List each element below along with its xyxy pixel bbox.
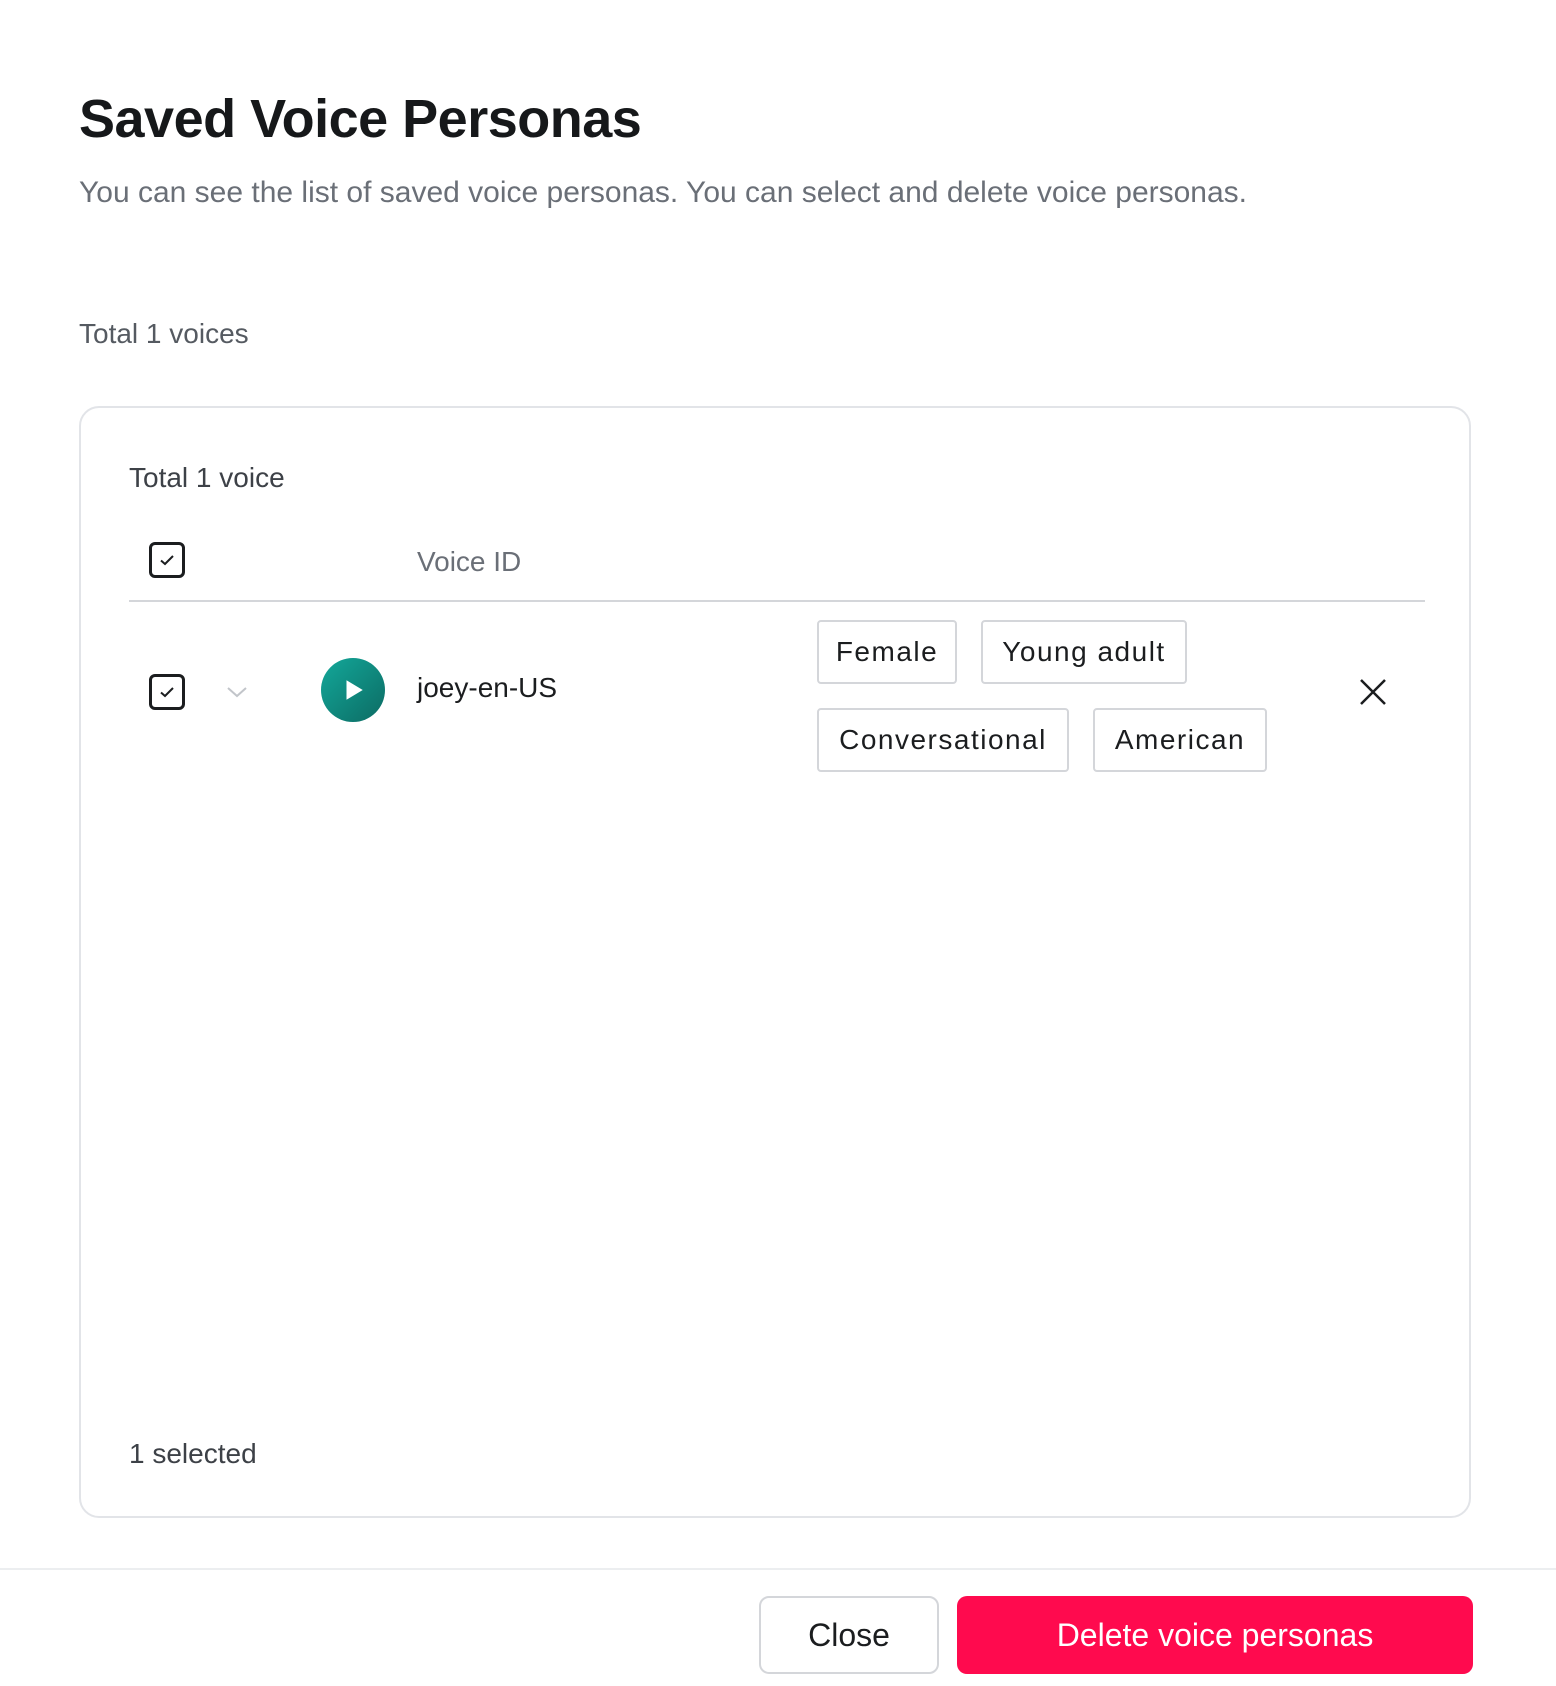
table-row: joey-en-US Female Young adult Conversati… xyxy=(129,602,1425,792)
tag-conversational: Conversational xyxy=(817,708,1069,772)
tag-american: American xyxy=(1093,708,1267,772)
table-header: Voice ID xyxy=(129,528,1425,602)
chevron-down-icon[interactable] xyxy=(223,678,251,706)
select-all-checkbox[interactable] xyxy=(149,542,185,578)
play-icon xyxy=(346,680,363,700)
tag-female: Female xyxy=(817,620,957,684)
close-icon xyxy=(1360,679,1386,705)
panel-total-count: Total 1 voice xyxy=(129,462,285,493)
check-icon xyxy=(160,687,174,698)
tag-young-adult: Young adult xyxy=(981,620,1187,684)
check-icon xyxy=(160,555,174,566)
play-button[interactable] xyxy=(321,658,385,722)
delete-voice-personas-button[interactable]: Delete voice personas xyxy=(957,1596,1473,1674)
saved-voice-personas-dialog: Saved Voice Personas You can see the lis… xyxy=(0,0,1556,1686)
dialog-title: Saved Voice Personas xyxy=(79,89,642,149)
column-header-voice-id: Voice ID xyxy=(417,546,522,577)
row-select-checkbox[interactable] xyxy=(149,674,185,710)
remove-voice-button[interactable] xyxy=(1353,672,1393,712)
voice-id-value: joey-en-US xyxy=(417,672,558,703)
close-button[interactable]: Close xyxy=(759,1596,939,1674)
dialog-footer: Close Delete voice personas xyxy=(0,1568,1556,1686)
dialog-subtitle: You can see the list of saved voice pers… xyxy=(79,176,1248,209)
dialog-header: Saved Voice Personas You can see the lis… xyxy=(79,88,1247,210)
voice-list-panel: Total 1 voice Voice ID joey-en-US Female… xyxy=(79,406,1471,1518)
selected-count: 1 selected xyxy=(129,1438,257,1469)
total-voices-count: Total 1 voices xyxy=(79,318,249,349)
